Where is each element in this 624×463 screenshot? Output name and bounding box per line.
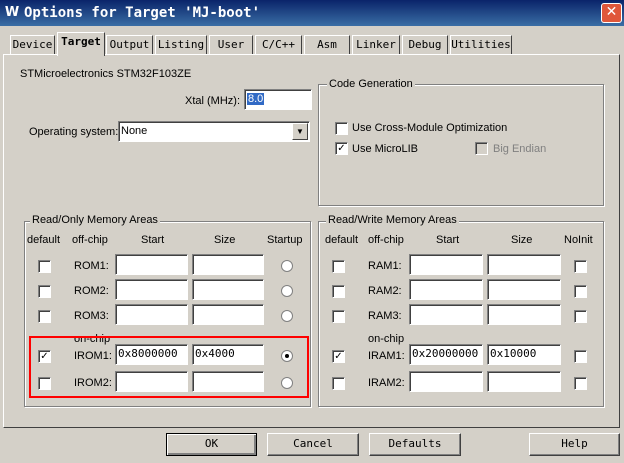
rom-row-3-label: ROM3: bbox=[74, 310, 109, 322]
ram-group-title: Read/Write Memory Areas bbox=[326, 214, 459, 227]
ram-row-4-start-value: 0x20000000 bbox=[412, 347, 479, 360]
rom-row-2-label: ROM2: bbox=[74, 285, 109, 297]
code-generation-title: Code Generation bbox=[327, 78, 415, 91]
os-label: Operating system: bbox=[29, 126, 119, 138]
big-endian-label: Big Endian bbox=[493, 143, 547, 155]
xtal-value: 8.0 bbox=[247, 93, 265, 105]
ram-header-start: Start bbox=[436, 234, 460, 246]
ram-row-4-size-input[interactable]: 0x10000 bbox=[487, 344, 561, 365]
tab-user[interactable]: User bbox=[209, 35, 253, 54]
rom-row-3-start-input[interactable] bbox=[115, 304, 188, 325]
close-button[interactable]: ✕ bbox=[601, 3, 622, 23]
rom-row-1-label: ROM1: bbox=[74, 260, 109, 272]
ram-row-3-default-checkbox[interactable] bbox=[332, 310, 345, 323]
rom-row-1-size-input[interactable] bbox=[192, 254, 264, 275]
ram-row-1-label: RAM1: bbox=[368, 260, 402, 272]
microlib-label: Use MicroLIB bbox=[352, 143, 419, 155]
tab-cc[interactable]: C/C++ bbox=[255, 35, 302, 54]
ram-row-3-start-input[interactable] bbox=[409, 304, 483, 325]
xtal-input[interactable]: 8.0 bbox=[244, 89, 312, 110]
rom-header-start: Start bbox=[141, 234, 165, 246]
tab-asm[interactable]: Asm bbox=[304, 35, 350, 54]
help-button[interactable]: Help bbox=[529, 433, 620, 456]
os-value: None bbox=[121, 125, 148, 137]
ram-row-2-noinit-checkbox[interactable] bbox=[574, 285, 587, 298]
ram-header-default: default bbox=[325, 234, 359, 246]
ram-onchip-label: on-chip bbox=[368, 333, 405, 345]
tab-debug[interactable]: Debug bbox=[402, 35, 448, 54]
title-bar[interactable]: W Options for Target 'MJ-boot' ✕ bbox=[0, 0, 624, 26]
close-icon: ✕ bbox=[605, 4, 618, 20]
tab-target[interactable]: Target bbox=[57, 32, 105, 56]
ram-header-noinit: NoInit bbox=[564, 234, 593, 246]
ram-row-3-label: RAM3: bbox=[368, 310, 402, 322]
highlight-box bbox=[29, 336, 309, 398]
rom-row-1-start-input[interactable] bbox=[115, 254, 188, 275]
tab-device[interactable]: Device bbox=[10, 35, 55, 54]
cross-module-checkbox[interactable] bbox=[335, 122, 348, 135]
ram-row-2-start-input[interactable] bbox=[409, 279, 483, 300]
xtal-label: Xtal (MHz): bbox=[185, 95, 240, 107]
app-icon: W bbox=[4, 5, 20, 20]
ram-row-1-start-input[interactable] bbox=[409, 254, 483, 275]
device-name: STMicroelectronics STM32F103ZE bbox=[20, 68, 192, 80]
rom-row-2-default-checkbox[interactable] bbox=[38, 285, 51, 298]
big-endian-checkbox bbox=[475, 142, 488, 155]
ram-row-5-label: IRAM2: bbox=[368, 377, 405, 389]
ram-row-4-start-input[interactable]: 0x20000000 bbox=[409, 344, 483, 365]
rom-row-2-size-input[interactable] bbox=[192, 279, 264, 300]
ram-row-5-start-input[interactable] bbox=[409, 371, 483, 392]
rom-header-default: default bbox=[27, 234, 61, 246]
chevron-down-icon[interactable]: ▼ bbox=[292, 123, 308, 140]
rom-row-2-start-input[interactable] bbox=[115, 279, 188, 300]
ram-row-2-size-input[interactable] bbox=[487, 279, 561, 300]
ram-row-4-label: IRAM1: bbox=[368, 350, 405, 362]
window-title: Options for Target 'MJ-boot' bbox=[24, 5, 261, 21]
ram-row-1-noinit-checkbox[interactable] bbox=[574, 260, 587, 273]
cross-module-label: Use Cross-Module Optimization bbox=[352, 122, 508, 134]
rom-row-3-default-checkbox[interactable] bbox=[38, 310, 51, 323]
ok-button[interactable]: OK bbox=[166, 433, 257, 456]
ram-row-4-noinit-checkbox[interactable] bbox=[574, 350, 587, 363]
ram-row-2-default-checkbox[interactable] bbox=[332, 285, 345, 298]
rom-group-title: Read/Only Memory Areas bbox=[30, 214, 160, 227]
rom-header-size: Size bbox=[214, 234, 236, 246]
ram-header-offchip: off-chip bbox=[368, 234, 404, 246]
ram-row-4-default-checkbox[interactable]: ✓ bbox=[332, 350, 345, 363]
ram-row-3-noinit-checkbox[interactable] bbox=[574, 310, 587, 323]
rom-row-1-default-checkbox[interactable] bbox=[38, 260, 51, 273]
os-select[interactable]: None ▼ bbox=[118, 121, 310, 142]
ram-row-5-noinit-checkbox[interactable] bbox=[574, 377, 587, 390]
ram-row-4-size-value: 0x10000 bbox=[490, 347, 537, 360]
tab-utilities[interactable]: Utilities bbox=[450, 35, 512, 54]
tab-output[interactable]: Output bbox=[106, 35, 153, 54]
rom-row-3-startup-radio[interactable] bbox=[281, 310, 293, 322]
ram-row-5-size-input[interactable] bbox=[487, 371, 561, 392]
cancel-button[interactable]: Cancel bbox=[267, 433, 359, 456]
defaults-button[interactable]: Defaults bbox=[369, 433, 461, 456]
rom-header-startup: Startup bbox=[267, 234, 303, 246]
microlib-checkbox[interactable]: ✓ bbox=[335, 142, 348, 155]
options-dialog: W Options for Target 'MJ-boot' ✕ Device … bbox=[0, 0, 624, 463]
ram-row-1-default-checkbox[interactable] bbox=[332, 260, 345, 273]
ram-row-1-size-input[interactable] bbox=[487, 254, 561, 275]
tab-listing[interactable]: Listing bbox=[155, 35, 207, 54]
tab-linker[interactable]: Linker bbox=[352, 35, 400, 54]
ram-row-2-label: RAM2: bbox=[368, 285, 402, 297]
rom-row-2-startup-radio[interactable] bbox=[281, 285, 293, 297]
rom-row-1-startup-radio[interactable] bbox=[281, 260, 293, 272]
ram-row-3-size-input[interactable] bbox=[487, 304, 561, 325]
ram-row-5-default-checkbox[interactable] bbox=[332, 377, 345, 390]
ram-header-size: Size bbox=[511, 234, 533, 246]
rom-row-3-size-input[interactable] bbox=[192, 304, 264, 325]
rom-header-offchip: off-chip bbox=[72, 234, 108, 246]
